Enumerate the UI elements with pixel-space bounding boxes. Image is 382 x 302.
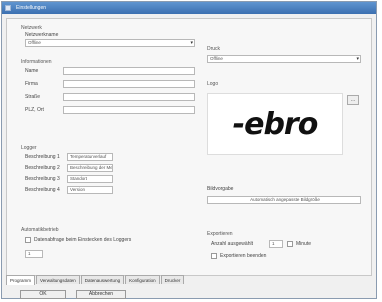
desc1-field[interactable]: Temperaturverlauf <box>67 153 113 161</box>
tab-verwaltungsdaten[interactable]: Verwaltungsdaten <box>36 275 80 284</box>
logger-section-label: Logger <box>21 145 37 151</box>
ok-button[interactable]: OK <box>20 290 66 299</box>
info-section-label: Informationen <box>21 59 52 65</box>
firma-field[interactable] <box>63 80 195 88</box>
tab-programm[interactable]: Programm <box>6 275 36 285</box>
logo-wordmark: -ebro <box>232 106 319 142</box>
bild-field[interactable]: Automatisch angepasste Bildgröße <box>207 196 361 204</box>
export-section-label: Exportieren <box>207 231 233 237</box>
desc1-label: Beschreibung 1 <box>25 154 60 160</box>
drucker-section-label: Druck <box>207 46 221 52</box>
firma-label: Firma <box>25 81 38 87</box>
window-title: Einstellungen <box>16 5 47 11</box>
network-value: Offline <box>28 40 41 45</box>
logo-preview: -ebro <box>207 93 343 155</box>
logo-section-label: Logo <box>207 81 219 87</box>
desc4-label: Beschreibung 4 <box>25 187 60 193</box>
cancel-button[interactable]: Abbrechen <box>76 290 126 299</box>
network-section-label: Netzwerk <box>21 25 42 31</box>
chevron-down-icon: ▾ <box>356 56 359 62</box>
auto-check-label: Datenabfrage beim Einstecken des Loggers <box>34 237 132 243</box>
plz-label: PLZ, Ort <box>25 107 44 113</box>
desc3-field[interactable]: Standort <box>67 175 113 183</box>
network-label: Netzwerkname <box>25 32 59 38</box>
auto-checkbox[interactable] <box>25 237 31 243</box>
export-value-label: Anzahl ausgewählt <box>211 241 253 247</box>
auto-section-label: Automatikbetrieb <box>21 227 59 233</box>
settings-panel: Netzwerk Netzwerkname Offline ▾ Informat… <box>6 18 372 276</box>
export-end-checkbox[interactable] <box>211 253 217 259</box>
desc3-label: Beschreibung 3 <box>25 176 60 182</box>
desc4-field[interactable]: Version <box>67 186 113 194</box>
strasse-field[interactable] <box>63 93 195 101</box>
chevron-down-icon: ▾ <box>190 40 193 46</box>
strasse-label: Straße <box>25 94 41 100</box>
drucker-select[interactable]: Offline ▾ <box>207 55 361 63</box>
tab-drucker[interactable]: Drucker <box>160 275 185 284</box>
tab-konfiguration[interactable]: Konfiguration <box>125 275 160 284</box>
export-value-field[interactable]: 1 <box>269 240 283 248</box>
export-unit-label: Minute <box>296 241 312 247</box>
tab-datenauswertung[interactable]: Datenauswertung <box>80 275 125 284</box>
title-bar: Einstellungen <box>2 2 376 14</box>
name-field[interactable] <box>63 67 195 75</box>
export-unit-checkbox[interactable] <box>287 241 293 247</box>
plz-field[interactable] <box>63 106 195 114</box>
export-check-label: Exportieren beenden <box>220 253 267 259</box>
settings-window: Einstellungen Netzwerk Netzwerkname Offl… <box>1 1 377 299</box>
network-select[interactable]: Offline ▾ <box>25 39 195 47</box>
drucker-value: Offline <box>210 56 223 61</box>
desc2-field[interactable]: Beschreibung der Messung <box>67 164 113 172</box>
app-icon <box>5 5 11 11</box>
logo-browse-button[interactable]: … <box>347 95 359 105</box>
desc2-label: Beschreibung 2 <box>25 165 60 171</box>
settings-tabs: Programm Verwaltungsdaten Datenauswertun… <box>6 275 185 285</box>
name-label: Name <box>25 68 39 74</box>
auto-stepper[interactable]: 1 <box>25 250 43 258</box>
bild-label: Bildvorgabe <box>207 186 234 192</box>
